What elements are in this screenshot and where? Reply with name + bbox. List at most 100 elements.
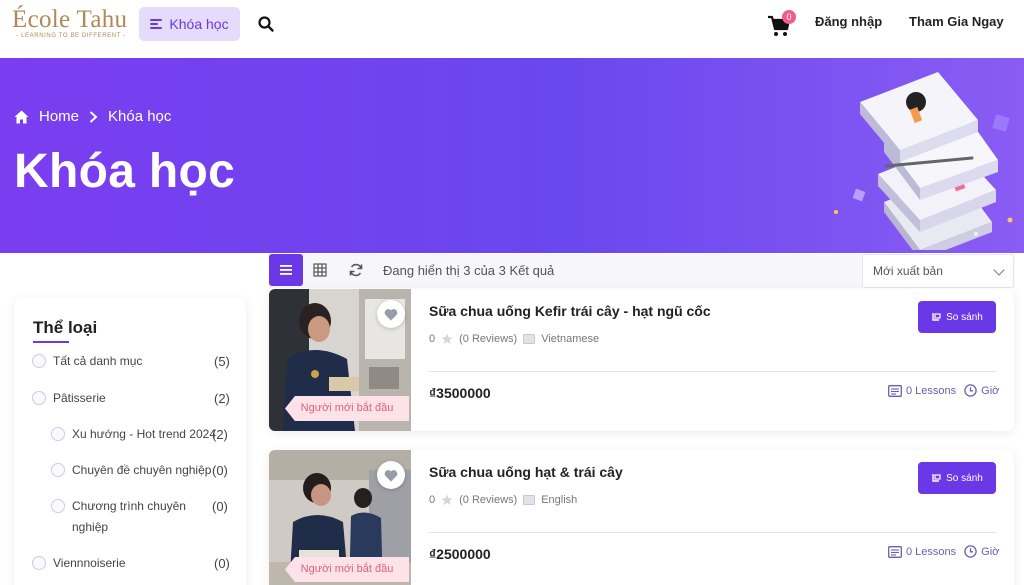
course-stats: 0 Lessons Giờ [888,384,999,397]
heart-icon [384,308,398,320]
course-card[interactable]: Người mới bắt đầu Sữa chua uống Kefir tr… [269,289,1014,431]
menu-list-icon [150,19,163,29]
clock-icon [964,545,977,558]
clock-icon [964,384,977,397]
course-language: English [541,494,578,506]
category-radio[interactable] [51,499,65,513]
category-item[interactable]: Pâtisserie (2) [32,391,230,407]
category-item[interactable]: Chuyên đề chuyên nghiệp (0) [51,463,230,479]
course-stats: 0 Lessons Giờ [888,545,999,558]
course-duration: Giờ [981,384,1000,397]
sort-selected-value: Mới xuất bản [873,264,943,278]
lessons-icon [888,384,902,397]
books-illustration [834,72,1013,250]
breadcrumb-current: Khóa học [108,108,172,125]
category-radio[interactable] [51,427,65,441]
course-card[interactable]: Người mới bắt đầu Sữa chua uống hạt & tr… [269,450,1014,585]
courses-nav-label: Khóa học [169,16,229,32]
rating-value: 0 [429,494,436,506]
category-item[interactable]: Viennnoiserie (0) [32,556,230,572]
rating-value: 0 [429,333,436,345]
courses-nav-button[interactable]: Khóa học [139,7,240,41]
language-icon [523,334,536,344]
compare-button[interactable]: So sánh [918,301,996,333]
category-label-continued: nghiệp [72,520,109,534]
star-icon [441,333,453,344]
review-count: (0 Reviews) [459,494,518,506]
heart-icon [384,469,398,481]
wishlist-button[interactable] [377,461,405,489]
compare-button[interactable]: So sánh [918,462,996,494]
course-thumbnail[interactable]: Người mới bắt đầu [269,450,411,585]
list-view-button[interactable] [269,254,303,286]
level-badge: Người mới bắt đầu [285,557,409,582]
category-radio[interactable] [32,354,46,368]
site-logo[interactable]: École Tahu - LEARNING TO BE DIFFERENT - [12,6,130,46]
category-label: Xu hướng - Hot trend 2024 [72,427,216,441]
chevron-right-icon [89,110,98,123]
category-label: Tất cả danh mục [53,354,143,368]
category-filter-title: Thể loại [33,318,98,337]
category-label: Chuyên đề chuyên nghiệp [72,463,212,477]
language-icon [523,495,536,505]
card-divider [429,532,996,533]
review-count: (0 Reviews) [459,333,518,345]
logo-tagline: - LEARNING TO BE DIFFERENT - [16,33,126,39]
category-radio[interactable] [32,556,46,570]
sort-select[interactable]: Mới xuất bản [862,254,1014,288]
course-title[interactable]: Sữa chua uống Kefir trái cây - hạt ngũ c… [429,303,711,319]
category-radio[interactable] [32,391,46,405]
result-count-text: Đang hiển thị 3 của 3 Kết quả [383,263,555,278]
card-divider [429,371,996,372]
course-title[interactable]: Sữa chua uống hạt & trái cây [429,464,623,480]
star-icon [441,494,453,505]
grid-view-button[interactable] [303,254,337,286]
course-duration: Giờ [981,545,1000,558]
cart-count-badge: 0 [782,10,796,24]
category-count: (0) [212,499,228,514]
course-meta: 0 (0 Reviews) Vietnamese [429,333,599,345]
compare-icon [932,313,941,321]
category-count: (0) [212,463,228,478]
list-view-icon [280,265,292,275]
category-count: (0) [214,556,230,571]
page-title: Khóa học [14,145,236,198]
refresh-icon [349,263,363,277]
category-label: Pâtisserie [53,391,106,405]
level-badge: Người mới bắt đầu [285,396,409,421]
results-toolbar: Đang hiển thị 3 của 3 Kết quả Mới xuất b… [269,254,1015,288]
category-count: (5) [214,354,230,369]
logo-text: École Tahu [12,6,128,33]
lessons-icon [888,545,902,558]
category-label: Chương trình chuyên [72,499,186,513]
course-language: Vietnamese [541,333,600,345]
compare-icon [932,474,941,482]
category-item[interactable]: Xu hướng - Hot trend 2024 (2) [51,427,230,443]
compare-label: So sánh [946,472,983,484]
breadcrumb: Home Khóa học [14,108,171,125]
grid-view-icon [313,263,327,277]
breadcrumb-home[interactable]: Home [39,108,79,125]
chevron-down-icon [993,264,1005,276]
category-radio[interactable] [51,463,65,477]
join-link[interactable]: Tham Gia Ngay [909,14,1004,29]
search-icon[interactable] [257,15,275,33]
lesson-count: 0 Lessons [906,545,957,558]
cart-button[interactable]: 0 [767,10,796,38]
category-label: Viennnoiserie [53,556,126,570]
category-count: (2) [212,427,228,442]
hero-banner: Home Khóa học Khóa học [0,58,1024,253]
course-thumbnail[interactable]: Người mới bắt đầu [269,289,411,431]
compare-label: So sánh [946,311,983,323]
refresh-button[interactable] [339,254,373,286]
site-header: École Tahu - LEARNING TO BE DIFFERENT - … [0,0,1024,58]
login-link[interactable]: Đăng nhập [815,14,882,29]
category-item[interactable]: Tất cả danh mục (5) [32,354,230,370]
wishlist-button[interactable] [377,300,405,328]
course-price: ₫2500000 [429,546,491,562]
category-count: (2) [214,391,230,406]
lesson-count: 0 Lessons [906,384,957,397]
category-item[interactable]: Chương trình chuyên nghiệp (0) [51,499,230,535]
title-underline [33,341,69,343]
home-icon[interactable] [14,110,29,124]
